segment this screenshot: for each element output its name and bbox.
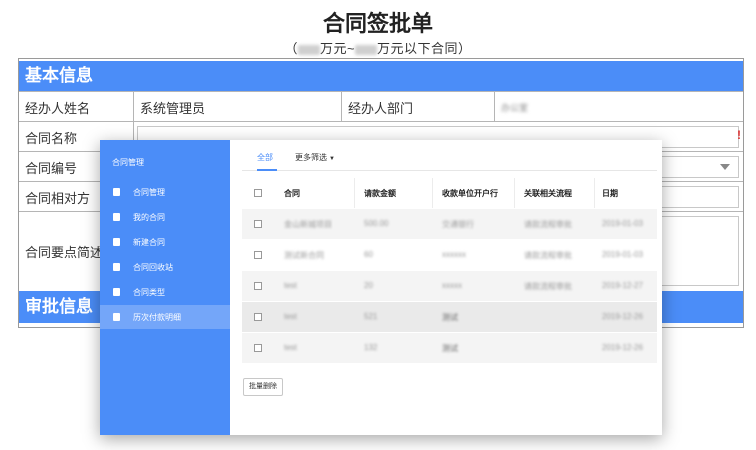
cell-date: 2019-01-03	[602, 219, 643, 228]
header-amount: 请款金额	[364, 189, 396, 198]
table-row[interactable]: test 132 测试 2019-12-26	[242, 333, 657, 363]
cell-date: 2019-12-27	[602, 281, 643, 290]
header-flow: 关联相关流程	[524, 189, 572, 198]
required-mark: !	[737, 128, 741, 142]
form-title: 合同签批单	[322, 11, 433, 36]
row-checkbox[interactable]	[254, 282, 262, 290]
cell-contract: 测试新合同	[284, 251, 324, 260]
col-sep	[594, 178, 595, 208]
form-subtitle: （万元~ 万元以下合同）	[284, 41, 472, 56]
cell-contract: test	[284, 281, 297, 290]
content-panel: 全部 更多筛选 ▼ 合同 请款金额 收款单位开户行 关联相关流程 日期 金山新城项…	[230, 140, 662, 435]
header-bank: 收款单位开户行	[442, 189, 498, 198]
table-row[interactable]: 测试新合同 60 xxxxxx 请款流程审批 2019-01-03	[242, 240, 657, 270]
cell-bank: xxxxxx	[442, 250, 466, 259]
col-sep	[432, 178, 433, 208]
cell-date: 2019-12-26	[602, 343, 643, 352]
cell-contract: 金山新城项目	[284, 220, 332, 229]
label-handler-dept: 经办人部门	[342, 92, 495, 122]
header-contract: 合同	[284, 189, 300, 198]
tab-divider	[242, 170, 657, 171]
cell-amount: 60	[364, 250, 373, 259]
table-row[interactable]: test 20 xxxxx 请款流程审批 2019-12-27	[242, 271, 657, 301]
active-tab-indicator	[257, 169, 277, 171]
cell-flow: 请款流程审批	[524, 220, 572, 229]
select-all-checkbox[interactable]	[254, 189, 262, 197]
cell-date: 2019-12-26	[602, 312, 643, 321]
cell-bank: 测试	[442, 313, 458, 322]
tab-all[interactable]: 全部	[257, 152, 273, 163]
table-row[interactable]: 金山新城项目 500.00 交通银行 请款流程审批 2019-01-03	[242, 209, 657, 239]
cell-amount: 521	[364, 312, 378, 321]
sidebar-item-payment-history[interactable]: 历次付款明细	[100, 305, 230, 329]
value-handler-dept: 办公室	[501, 102, 529, 113]
sidebar-item-new-contract[interactable]: 新建合同	[100, 230, 230, 254]
sidebar-item-my-contracts[interactable]: 我的合同	[100, 205, 230, 229]
value-handler-name: 系统管理员	[134, 92, 342, 122]
row-checkbox[interactable]	[254, 344, 262, 352]
recycle-icon	[113, 263, 120, 271]
document-icon	[113, 288, 120, 296]
label-handler-name: 经办人姓名	[19, 92, 134, 122]
cell-amount: 132	[364, 343, 378, 352]
row-checkbox[interactable]	[254, 220, 262, 228]
sidebar-title: 合同管理	[112, 158, 144, 167]
sidebar-item-recycle-bin[interactable]: 合同回收站	[100, 255, 230, 279]
tab-more-filter[interactable]: 更多筛选 ▼	[295, 152, 335, 163]
cell-amount: 20	[364, 281, 373, 290]
contract-management-window: 合同管理 合同管理 我的合同 新建合同 合同回收站 合同类型 历次付款明细 全部	[100, 140, 662, 435]
row-checkbox[interactable]	[254, 313, 262, 321]
col-sep	[354, 178, 355, 208]
cell-contract: test	[284, 312, 297, 321]
cell-date: 2019-01-03	[602, 250, 643, 259]
history-icon	[113, 313, 120, 321]
chevron-down-icon	[720, 164, 730, 170]
row-checkbox[interactable]	[254, 251, 262, 259]
bulk-delete-button[interactable]: 批量删除	[243, 378, 283, 396]
section-basic-info: 基本信息	[19, 61, 743, 91]
sidebar-item-contract-types[interactable]: 合同类型	[100, 280, 230, 304]
cell-flow: 请款流程审批	[524, 282, 572, 291]
cell-flow: 请款流程审批	[524, 251, 572, 260]
cell-bank: 交通银行	[442, 220, 474, 229]
document-icon	[113, 188, 120, 196]
document-icon	[113, 213, 120, 221]
col-sep	[514, 178, 515, 208]
sidebar-item-contract-management[interactable]: 合同管理	[100, 180, 230, 204]
cell-bank: 测试	[442, 344, 458, 353]
header-date: 日期	[602, 189, 618, 198]
caret-down-icon: ▼	[329, 156, 335, 162]
document-icon	[113, 238, 120, 246]
cell-contract: test	[284, 343, 297, 352]
row-handler: 经办人姓名 系统管理员 经办人部门 办公室	[19, 91, 743, 122]
cell-bank: xxxxx	[442, 281, 462, 290]
cell-amount: 500.00	[364, 219, 389, 228]
sidebar: 合同管理 合同管理 我的合同 新建合同 合同回收站 合同类型 历次付款明细	[100, 140, 230, 435]
table-row[interactable]: test 521 测试 2019-12-26	[242, 302, 657, 332]
